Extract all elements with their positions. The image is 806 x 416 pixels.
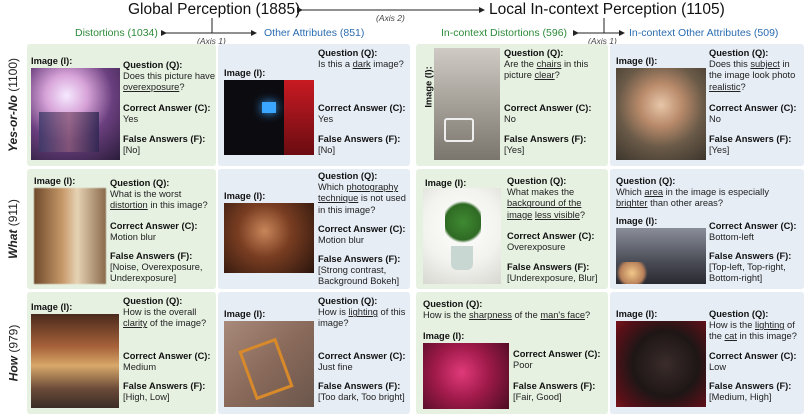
man-with-guitar-photo [224, 203, 314, 273]
question-r1c1: Question (Q): Does this picture have ove… [123, 60, 215, 93]
motion-blur-photo [34, 188, 106, 284]
question-r2c4: Question (Q): Which area in the image is… [616, 176, 769, 209]
correct-answer-r1c4: Correct Answer (C): No [709, 103, 797, 125]
city-street-image [616, 228, 706, 284]
red-lit-man-photo [423, 343, 509, 409]
question-r1c4: Question (Q): Does this subject in the i… [709, 48, 796, 92]
false-answers-r1c1: False Answers (F): [No] [123, 134, 206, 156]
false-answers-r3c2: False Answers (F): [Too dark, Too bright] [318, 381, 405, 403]
false-answers-r2c4: False Answers (F): [Top-left, Top-right, … [709, 251, 792, 284]
cat-in-dark-photo [616, 321, 706, 407]
correct-answer-r1c1: Correct Answer (C): Yes [123, 103, 211, 125]
category-distortions: Distortions (1034) [75, 27, 158, 39]
correct-answer-r2c3: Correct Answer (C): Overexposure [507, 231, 595, 253]
correct-answer-r3c4: Correct Answer (C): Low [709, 351, 797, 373]
image-label: Image (I): [616, 56, 658, 66]
potted-plant-photo [423, 188, 501, 284]
question-r1c3: Question (Q): Are the chairs in this pic… [504, 48, 589, 81]
row-label-how: How (979) [6, 324, 21, 382]
false-answers-r1c3: False Answers (F): [Yes] [504, 134, 587, 156]
false-answers-r3c3: False Answers (F): [Fair, Good] [513, 381, 596, 403]
image-label: Image (I): [31, 56, 73, 66]
image-label: Image (I): [616, 309, 658, 319]
false-answers-r2c2: False Answers (F): [Strong contrast, Back… [318, 254, 401, 287]
correct-answer-r2c2: Correct Answer (C): Motion blur [318, 224, 406, 246]
question-r3c1: Question (Q): How is the overall clarity… [123, 296, 207, 329]
chair-photo [224, 321, 314, 407]
crowd-photo [31, 68, 120, 160]
category-in-context-other: In-context Other Attributes (509) [629, 27, 779, 39]
image-label-vertical: Image (I): [423, 66, 434, 108]
question-r3c4: Question (Q): How is the lighting of the… [709, 309, 797, 342]
false-answers-r3c4: False Answers (F): [Medium, High] [709, 381, 792, 403]
question-r2c2: Question (Q): Which photography techniqu… [318, 171, 406, 215]
correct-answer-r1c2: Correct Answer (C): Yes [318, 103, 406, 125]
row-label-what: What (911) [6, 199, 21, 259]
question-r2c1: Question (Q): What is the worst distorti… [110, 178, 208, 211]
false-answers-r2c3: False Answers (F): [Underexposure, Blur] [507, 262, 598, 284]
question-r3c3: Question (Q): How is the sharpness of th… [423, 299, 591, 321]
category-other-attributes: Other Attributes (851) [264, 27, 365, 39]
row-label-yes-or-no: Yes-or-No (1100) [6, 57, 21, 153]
image-label: Image (I): [224, 309, 266, 319]
correct-answer-r2c4: Correct Answer (C): Bottom-left [709, 221, 797, 243]
image-label: Image (I): [224, 68, 266, 78]
question-r2c3: Question (Q): What makes the background … [507, 176, 586, 220]
image-label: Image (I): [224, 191, 266, 201]
image-label: Image (I): [616, 216, 658, 226]
category-in-context-distortions: In-context Distortions (596) [441, 27, 568, 39]
false-answers-r1c4: False Answers (F): [Yes] [709, 134, 792, 156]
correct-answer-r2c1: Correct Answer (C): Motion blur [110, 221, 198, 243]
image-label: Image (I): [423, 331, 465, 341]
correct-answer-r3c3: Correct Answer (C): Poor [513, 349, 601, 371]
question-r3c2: Question (Q): How is lighting of this im… [318, 296, 406, 329]
false-answers-r1c2: False Answers (F): [No] [318, 134, 401, 156]
dark-room-photo [224, 80, 314, 155]
correct-answer-r1c3: Correct Answer (C): No [504, 103, 592, 125]
image-label: Image (I): [34, 176, 76, 186]
correct-answer-r3c2: Correct Answer (C): Just fine [318, 351, 406, 373]
cathedral-interior-photo [31, 314, 119, 408]
false-answers-r2c1: False Answers (F): [Noise, Overexposure, … [110, 251, 203, 284]
image-label: Image (I): [31, 302, 73, 312]
question-r1c2: Question (Q): Is this a dark image? [318, 48, 404, 70]
elf-portrait-image [616, 68, 706, 160]
correct-answer-r3c1: Correct Answer (C): Medium [123, 351, 211, 373]
chairs-photo [434, 48, 500, 160]
false-answers-r3c1: False Answers (F): [High, Low] [123, 381, 206, 403]
